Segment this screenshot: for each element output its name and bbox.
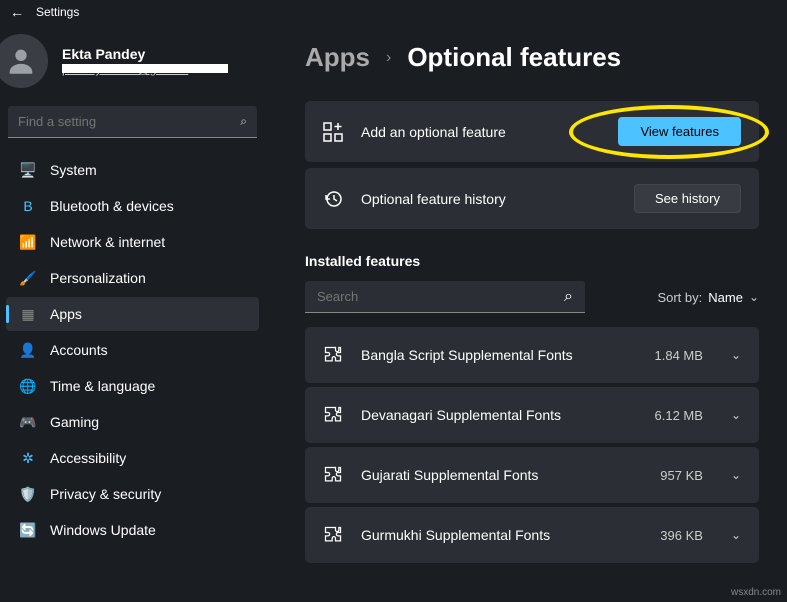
sort-value: Name [708, 290, 743, 305]
feature-name: Gurmukhi Supplemental Fonts [361, 527, 642, 543]
add-feature-label: Add an optional feature [361, 124, 600, 140]
nav-label: Gaming [50, 414, 99, 430]
back-icon[interactable]: ← [10, 4, 24, 20]
nav-label: Accessibility [50, 450, 126, 466]
nav-label: Network & internet [50, 234, 165, 250]
sidebar-item-bluetooth-devices[interactable]: B Bluetooth & devices [6, 189, 259, 223]
chevron-down-icon: ⌄ [749, 290, 759, 304]
history-card: Optional feature history See history [305, 168, 759, 229]
search-icon: ⌕ [240, 114, 247, 129]
feature-size: 957 KB [660, 468, 703, 483]
sidebar-item-accounts[interactable]: 👤 Accounts [6, 333, 259, 367]
chevron-down-icon: ⌄ [731, 408, 741, 422]
nav-icon: B [20, 198, 36, 214]
puzzle-icon [323, 525, 343, 545]
feature-size: 6.12 MB [655, 408, 703, 423]
sidebar-item-system[interactable]: 🖥️ System [6, 153, 259, 187]
sidebar-item-time-language[interactable]: 🌐 Time & language [6, 369, 259, 403]
nav-label: Bluetooth & devices [50, 198, 174, 214]
nav-icon: 🌐 [20, 378, 36, 394]
nav-icon: 🔄 [20, 522, 36, 538]
nav-icon: 🛡️ [20, 486, 36, 502]
nav-label: Privacy & security [50, 486, 161, 502]
puzzle-icon [323, 465, 343, 485]
title-bar: ← Settings [0, 0, 787, 24]
chevron-right-icon: › [386, 49, 391, 67]
breadcrumb-current: Optional features [407, 42, 621, 73]
main-panel: Apps › Optional features Add an optional… [265, 24, 787, 602]
nav-label: Accounts [50, 342, 108, 358]
installed-search-input[interactable] [317, 289, 564, 304]
puzzle-icon [323, 405, 343, 425]
nav-icon: 👤 [20, 342, 36, 358]
feature-size: 1.84 MB [655, 348, 703, 363]
nav-icon: ✲ [20, 450, 36, 466]
puzzle-icon [323, 345, 343, 365]
sidebar-item-privacy-security[interactable]: 🛡️ Privacy & security [6, 477, 259, 511]
feature-name: Bangla Script Supplemental Fonts [361, 347, 637, 363]
watermark: wsxdn.com [731, 587, 781, 598]
nav-list: 🖥️ System B Bluetooth & devices 📶 Network & i… [0, 152, 265, 548]
sidebar-item-network-internet[interactable]: 📶 Network & internet [6, 225, 259, 259]
nav-icon: 🎮 [20, 414, 36, 430]
add-feature-card: Add an optional feature View features [305, 101, 759, 162]
feature-name: Devanagari Supplemental Fonts [361, 407, 637, 423]
sort-label: Sort by: [657, 290, 702, 305]
feature-name: Gujarati Supplemental Fonts [361, 467, 642, 483]
nav-icon: 📶 [20, 234, 36, 250]
feature-row[interactable]: Gurmukhi Supplemental Fonts 396 KB ⌄ [305, 507, 759, 563]
feature-row[interactable]: Gujarati Supplemental Fonts 957 KB ⌄ [305, 447, 759, 503]
see-history-button[interactable]: See history [634, 184, 741, 213]
sidebar-item-windows-update[interactable]: 🔄 Windows Update [6, 513, 259, 547]
profile-block[interactable]: Ekta Pandey pandeyekta78@gmail... [0, 34, 265, 106]
feature-list: Bangla Script Supplemental Fonts 1.84 MB… [305, 327, 759, 563]
nav-label: Personalization [50, 270, 146, 286]
feature-size: 396 KB [660, 528, 703, 543]
view-features-button[interactable]: View features [618, 117, 741, 146]
avatar [0, 34, 48, 88]
sidebar-item-apps[interactable]: ▦ Apps [6, 297, 259, 331]
nav-label: Time & language [50, 378, 155, 394]
feature-row[interactable]: Devanagari Supplemental Fonts 6.12 MB ⌄ [305, 387, 759, 443]
chevron-down-icon: ⌄ [731, 468, 741, 482]
nav-label: System [50, 162, 97, 178]
search-input[interactable] [18, 114, 240, 129]
nav-label: Windows Update [50, 522, 156, 538]
nav-label: Apps [50, 306, 82, 322]
nav-icon: ▦ [20, 306, 36, 322]
chevron-down-icon: ⌄ [731, 528, 741, 542]
sidebar: Ekta Pandey pandeyekta78@gmail... ⌕ 🖥️ Sy… [0, 24, 265, 602]
breadcrumb-parent[interactable]: Apps [305, 42, 370, 73]
sidebar-item-personalization[interactable]: 🖌️ Personalization [6, 261, 259, 295]
breadcrumb: Apps › Optional features [305, 42, 759, 73]
profile-email: pandeyekta78@gmail... [62, 62, 188, 76]
installed-heading: Installed features [305, 253, 759, 269]
search-icon: ⌕ [564, 288, 573, 306]
nav-icon: 🖥️ [20, 162, 36, 178]
feature-row[interactable]: Bangla Script Supplemental Fonts 1.84 MB… [305, 327, 759, 383]
filter-row: ⌕ Sort by: Name ⌄ [305, 281, 759, 313]
history-icon [323, 189, 343, 209]
find-setting-search[interactable]: ⌕ [8, 106, 257, 138]
history-label: Optional feature history [361, 191, 616, 207]
sidebar-item-gaming[interactable]: 🎮 Gaming [6, 405, 259, 439]
installed-search[interactable]: ⌕ [305, 281, 585, 313]
window-title: Settings [36, 5, 79, 19]
sidebar-item-accessibility[interactable]: ✲ Accessibility [6, 441, 259, 475]
profile-name: Ekta Pandey [62, 46, 188, 62]
chevron-down-icon: ⌄ [731, 348, 741, 362]
sort-dropdown[interactable]: Sort by: Name ⌄ [657, 290, 759, 305]
nav-icon: 🖌️ [20, 270, 36, 286]
add-component-icon [323, 122, 343, 142]
